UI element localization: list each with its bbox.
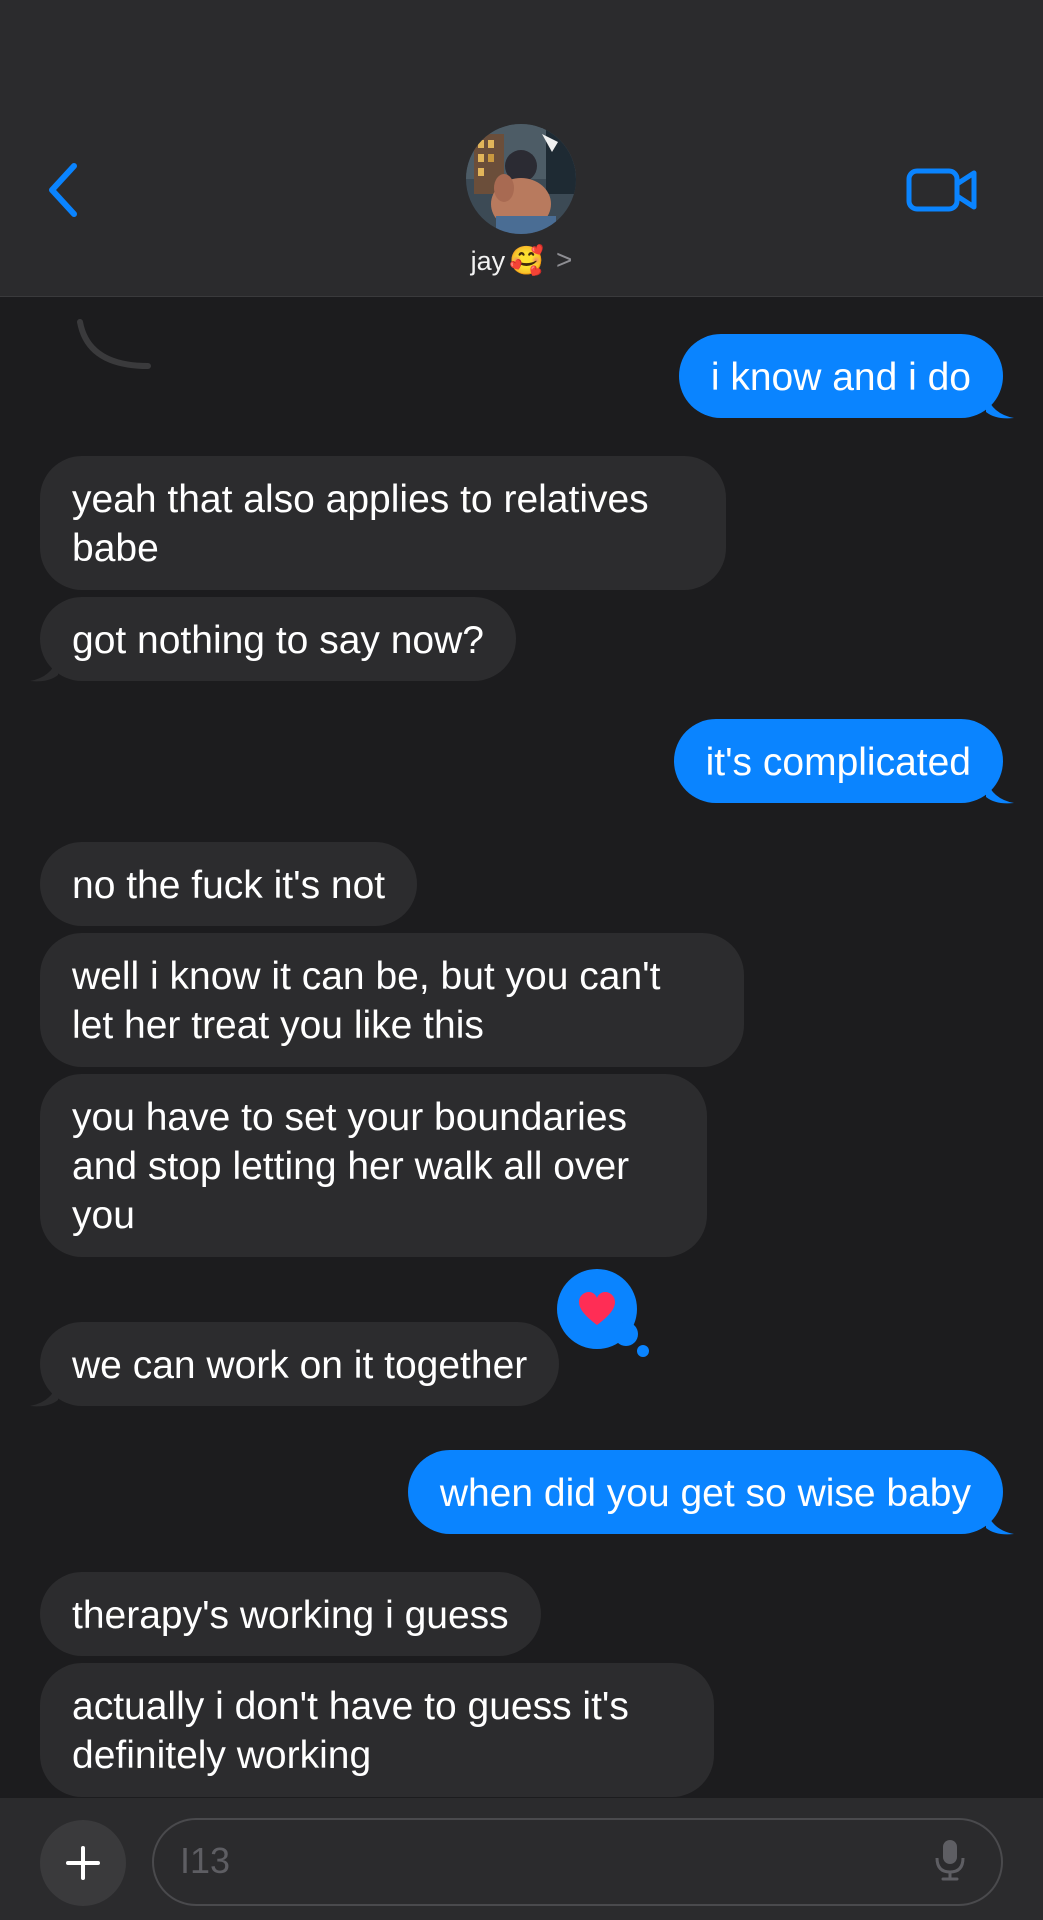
message-bubble-incoming[interactable]: actually i don't have to guess it's defi…: [40, 1663, 714, 1797]
message-input[interactable]: [152, 1818, 1003, 1906]
tapback-tail-dot: [614, 1322, 638, 1346]
message-text: yeah that also applies to relatives: [72, 478, 649, 521]
tapback-tail-dot: [637, 1345, 649, 1357]
add-attachment-button[interactable]: [40, 1820, 126, 1906]
chevron-right-icon: >: [556, 244, 573, 275]
message-text: you: [72, 1194, 135, 1237]
bubble-tail: [986, 394, 1014, 419]
message-text: and stop letting her walk all over: [72, 1145, 630, 1188]
back-button[interactable]: [44, 160, 84, 220]
message-text: it's complicated: [705, 741, 971, 784]
bubble-tail: [986, 779, 1014, 804]
message-input-placeholder: I13: [180, 1840, 231, 1881]
microphone-icon: [935, 1840, 965, 1881]
message-text: let her treat you like this: [72, 1004, 484, 1047]
message-text: babe: [72, 527, 159, 570]
message-text: we can work on it together: [72, 1344, 528, 1387]
contact-name: jay: [470, 245, 506, 276]
message-bubble-outgoing[interactable]: when did you get so wise baby: [407, 1450, 1003, 1534]
chevron-left-icon: [49, 163, 77, 217]
microphone-button[interactable]: [934, 1838, 966, 1887]
message-bubble-outgoing[interactable]: it's complicated: [673, 719, 1003, 803]
message-bubble-incoming[interactable]: we can work on it together: [40, 1322, 560, 1406]
message-bubble-incoming[interactable]: no the fuck it's not: [40, 842, 418, 926]
message-text: i know and i do: [710, 356, 971, 399]
contact-avatar[interactable]: [466, 124, 576, 234]
heart-icon: [579, 1292, 615, 1325]
message-text: well i know it can be, but you can't: [72, 955, 661, 998]
avatar-image: [466, 124, 576, 234]
contact-name-row[interactable]: jay 🥰 >: [0, 241, 1043, 281]
conversation-header: jay 🥰 >: [0, 0, 1043, 297]
message-bubble-incoming[interactable]: therapy's working i guess: [40, 1572, 541, 1656]
bubble-tail: [30, 657, 58, 682]
bubble-tail: [986, 1510, 1014, 1535]
message-bubble-incoming[interactable]: you have to set your boundaries and stop…: [40, 1074, 707, 1257]
message-text: got nothing to say now?: [72, 619, 484, 662]
message-text: actually i don't have to guess it's: [72, 1685, 629, 1728]
video-camera-icon: [906, 168, 977, 212]
message-bubble-incoming[interactable]: yeah that also applies to relatives babe: [40, 456, 726, 590]
message-bubble-outgoing[interactable]: i know and i do: [678, 334, 1003, 418]
message-text: you have to set your boundaries: [72, 1096, 628, 1139]
bubble-tail: [30, 1382, 58, 1407]
message-text: definitely working: [72, 1734, 372, 1777]
contact-emoji: 🥰: [509, 245, 545, 276]
message-text: when did you get so wise baby: [439, 1472, 971, 1515]
messages-screen: jay 🥰 > i know and i do yeah that also a…: [0, 0, 1043, 1920]
facetime-video-button[interactable]: [906, 166, 978, 214]
plus-icon: [66, 1846, 100, 1880]
message-text: therapy's working i guess: [72, 1594, 509, 1637]
message-bubble-incoming[interactable]: got nothing to say now?: [40, 597, 516, 681]
message-bubble-incoming[interactable]: well i know it can be, but you can't let…: [40, 933, 744, 1067]
message-text: no the fuck it's not: [72, 864, 386, 907]
typing-indicator: [77, 319, 151, 369]
